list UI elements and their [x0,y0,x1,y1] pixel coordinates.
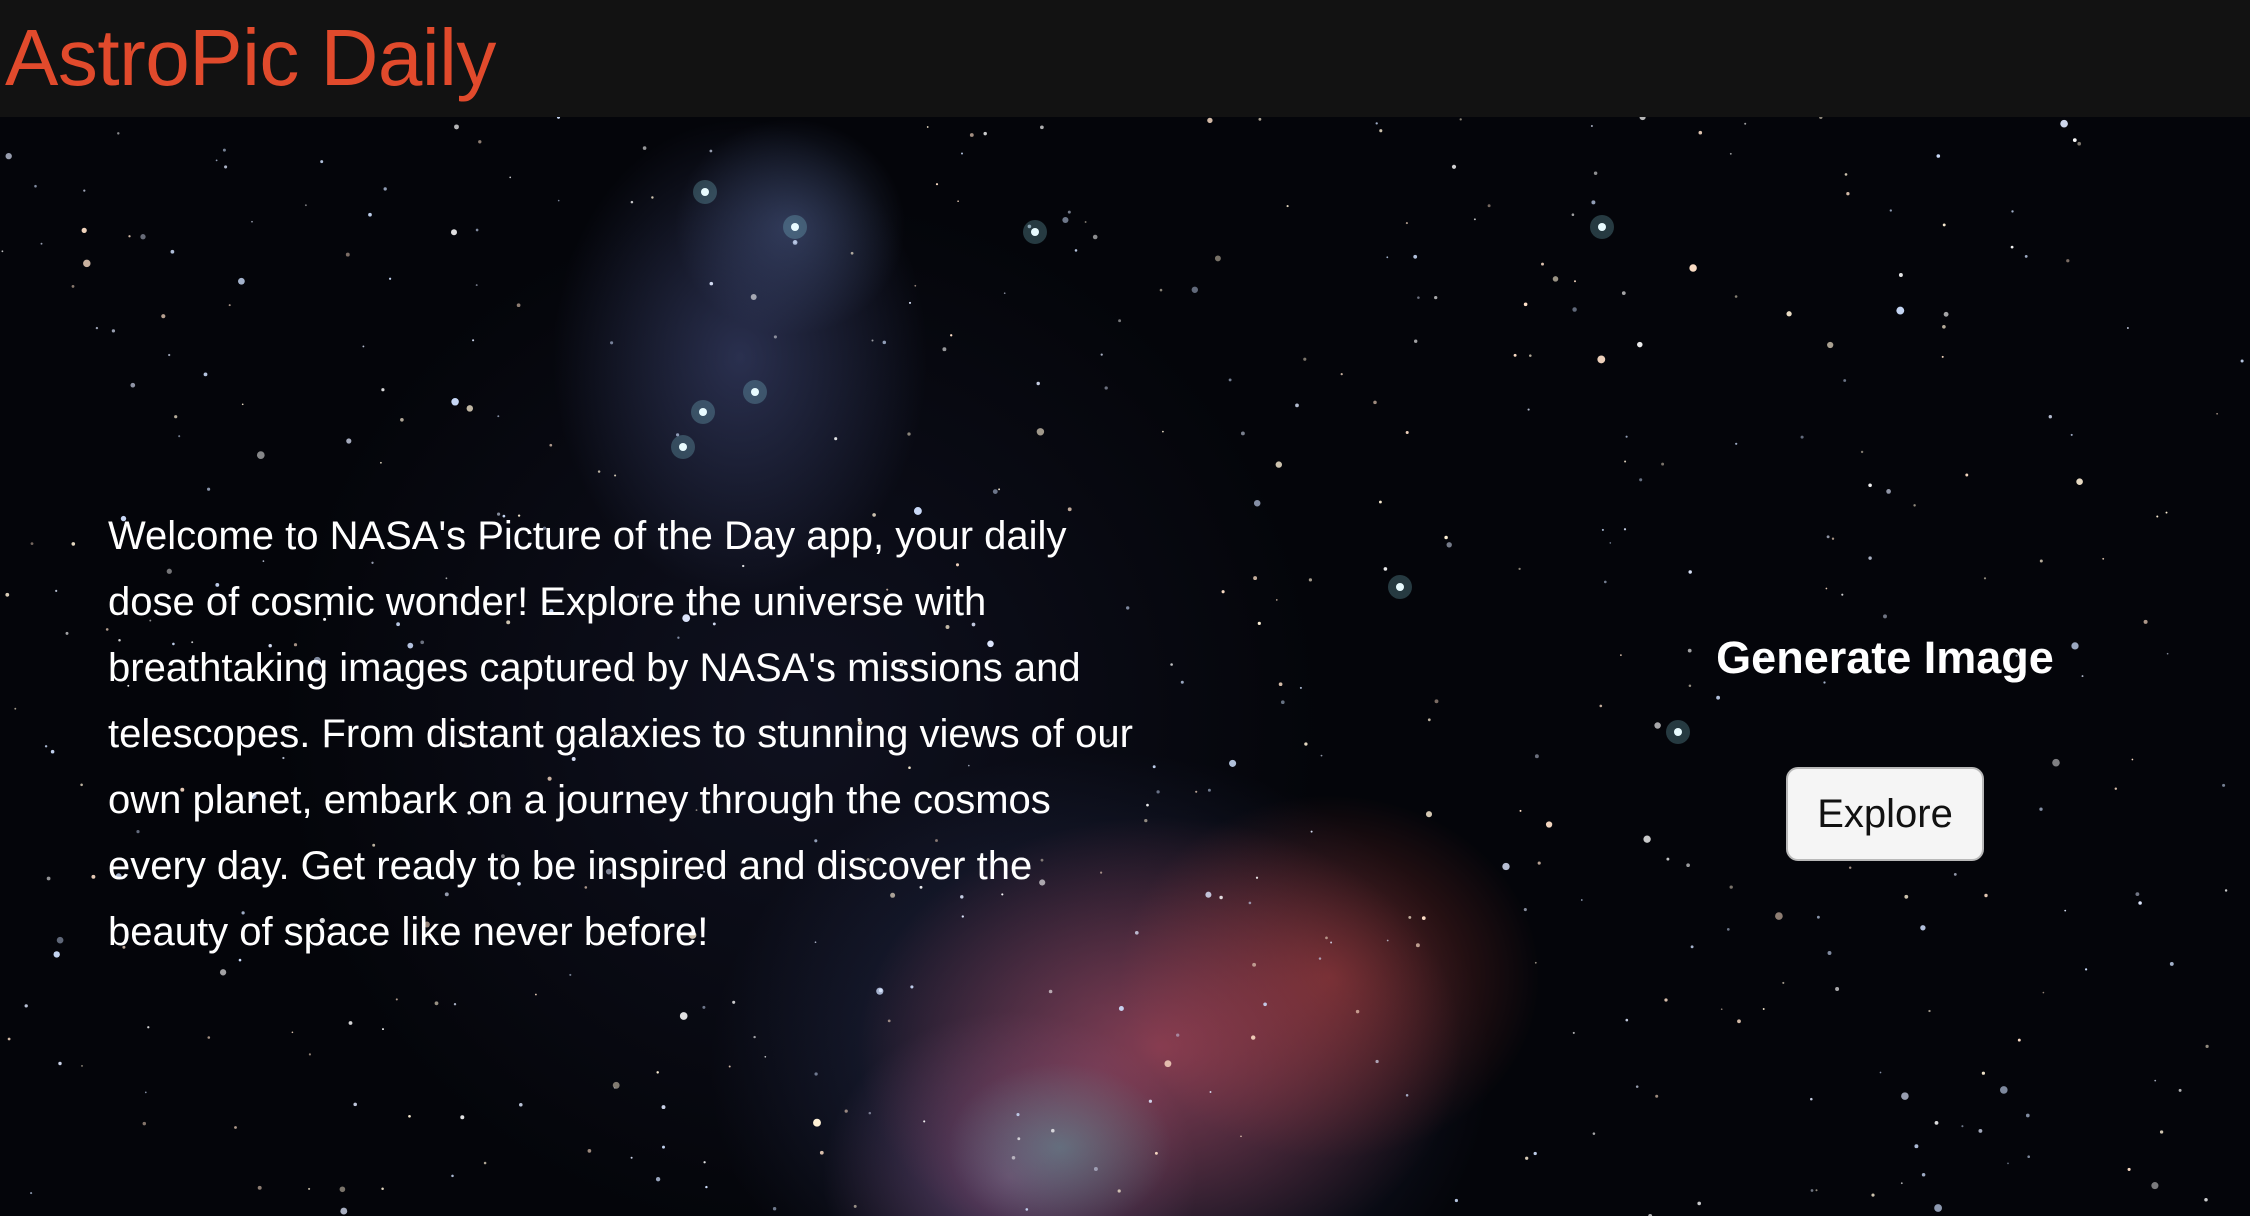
generate-image-heading: Generate Image [1716,632,2054,683]
top-bar: AstroPic Daily [0,0,2250,117]
hero-section: Welcome to NASA's Picture of the Day app… [0,117,2250,1216]
explore-button[interactable]: Explore [1786,767,1984,861]
page: AstroPic Daily Welcome to NASA's Picture… [0,0,2250,1216]
site-title[interactable]: AstroPic Daily [5,8,496,108]
intro-paragraph: Welcome to NASA's Picture of the Day app… [108,514,1133,954]
